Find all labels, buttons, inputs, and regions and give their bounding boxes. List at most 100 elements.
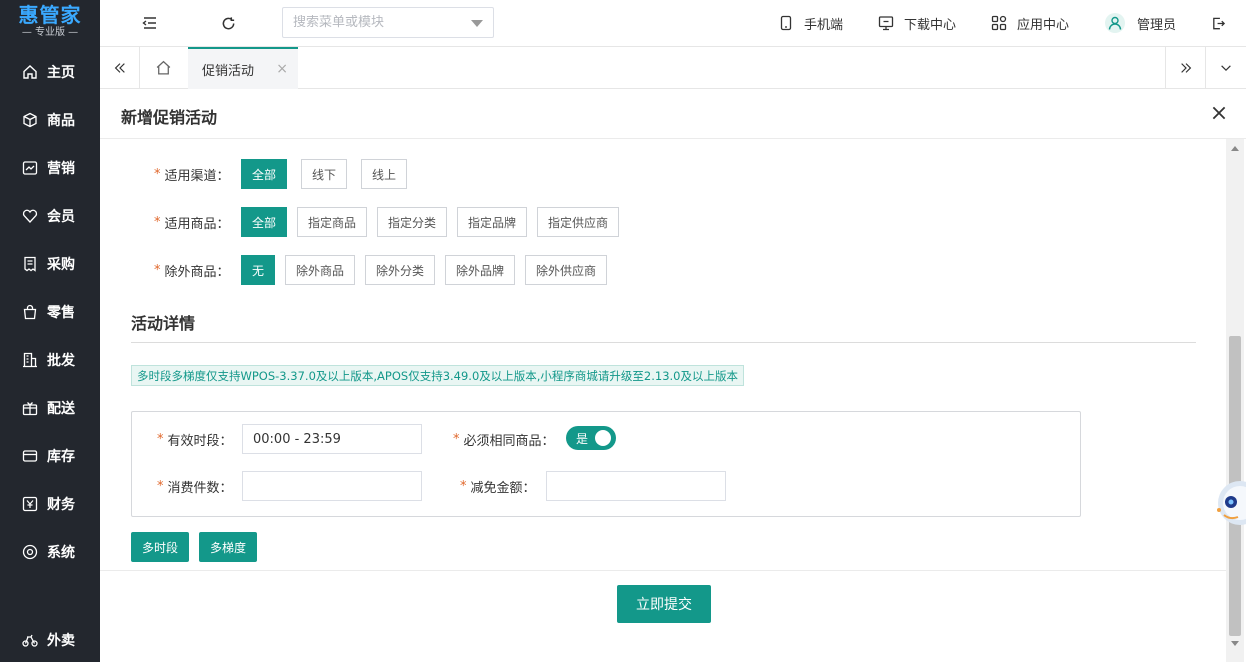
sidebar-item-marketing[interactable]: 营销: [0, 148, 100, 188]
goods-option-specified-goods[interactable]: 指定商品: [297, 207, 367, 237]
required-mark: *: [154, 166, 161, 182]
tab-home[interactable]: [143, 47, 183, 88]
close-icon[interactable]: [1210, 104, 1228, 122]
discount-field: * 减免金额：: [460, 471, 536, 501]
tab-close-icon[interactable]: ×: [276, 61, 288, 77]
tabs-bar: 促销活动 ×: [100, 47, 1246, 89]
toggle-knob: [595, 430, 611, 446]
sidebar-item-takeout[interactable]: 外卖: [0, 620, 100, 660]
scroll-up-icon[interactable]: [1231, 146, 1239, 151]
period-label: 有效时段：: [167, 433, 233, 449]
sidebar-item-label: 采购: [47, 257, 75, 273]
sidebar-item-member[interactable]: 会员: [0, 196, 100, 236]
menu-search-input[interactable]: [293, 15, 453, 30]
multi-period-button[interactable]: 多时段: [131, 532, 189, 562]
assistant-robot-icon[interactable]: [1210, 473, 1246, 533]
mobile-link[interactable]: 手机端: [778, 13, 843, 33]
dialog-scrollbar[interactable]: [1226, 139, 1244, 662]
sidebar-item-label: 财务: [47, 497, 75, 513]
download-center-link[interactable]: 下载中心: [878, 13, 956, 33]
sidebar-item-label: 会员: [47, 209, 75, 225]
discount-label: 减免金额：: [470, 480, 536, 496]
home-icon: [22, 64, 38, 80]
discount-input[interactable]: [546, 471, 726, 501]
required-mark: *: [460, 478, 467, 494]
sidebar-item-home[interactable]: 主页: [0, 52, 100, 92]
required-mark: *: [453, 431, 460, 447]
goods-option-specified-supplier[interactable]: 指定供应商: [537, 207, 619, 237]
tabs-menu-button[interactable]: [1205, 47, 1245, 88]
channel-option-online[interactable]: 线上: [361, 159, 407, 189]
exclude-row: * 除外商品：: [154, 255, 230, 285]
required-mark: *: [157, 431, 164, 447]
exclude-option-goods[interactable]: 除外商品: [285, 255, 355, 285]
tabs-scroll-left-button[interactable]: [100, 47, 140, 88]
period-input[interactable]: [242, 424, 422, 454]
sidebar-item-label: 营销: [47, 161, 75, 177]
logout-icon[interactable]: [1208, 13, 1228, 33]
channel-label: 适用渠道：: [164, 168, 230, 184]
exclude-option-supplier[interactable]: 除外供应商: [525, 255, 607, 285]
submit-button[interactable]: 立即提交: [617, 585, 711, 623]
tab-promotion[interactable]: 促销活动 ×: [188, 47, 298, 89]
user-menu[interactable]: 管理员: [1105, 13, 1176, 33]
sidebar-item-goods[interactable]: 商品: [0, 100, 100, 140]
sidebar-item-retail[interactable]: 零售: [0, 292, 100, 332]
home-icon: [156, 60, 170, 75]
sidebar-item-wholesale[interactable]: 批发: [0, 340, 100, 380]
bag-icon: [22, 304, 38, 320]
goods-option-all[interactable]: 全部: [241, 207, 287, 237]
required-mark: *: [157, 478, 164, 494]
chart-icon: [22, 160, 38, 176]
goods-option-specified-category[interactable]: 指定分类: [377, 207, 447, 237]
heart-icon: [22, 208, 38, 224]
app-center-link[interactable]: 应用中心: [991, 13, 1069, 33]
exclude-option-category[interactable]: 除外分类: [365, 255, 435, 285]
same-goods-toggle[interactable]: 是: [566, 426, 616, 450]
sidebar-item-finance[interactable]: 财务: [0, 484, 100, 524]
channel-option-all[interactable]: 全部: [241, 159, 287, 189]
receipt-icon: [22, 256, 38, 272]
exclude-option-brand[interactable]: 除外品牌: [445, 255, 515, 285]
chevron-down-icon: [1220, 64, 1231, 71]
required-mark: *: [154, 214, 161, 230]
channel-option-offline[interactable]: 线下: [301, 159, 347, 189]
sidebar-item-label: 批发: [47, 353, 75, 369]
sidebar-item-system[interactable]: 系统: [0, 532, 100, 572]
multi-tier-button[interactable]: 多梯度: [199, 532, 257, 562]
dialog-body[interactable]: * 适用渠道： 全部 线下 线上 * 适用商品： 全部 指定商品 指定分类 指定…: [100, 139, 1226, 570]
same-goods-field: * 必须相同商品：: [453, 424, 555, 454]
menu-fold-icon[interactable]: [140, 13, 160, 33]
period-field: * 有效时段：: [157, 424, 233, 454]
dialog-footer: 立即提交: [100, 570, 1226, 662]
tab-label: 促销活动: [202, 63, 255, 79]
sidebar-item-delivery[interactable]: 配送: [0, 388, 100, 428]
box-icon: [22, 112, 38, 128]
double-chevron-right-icon: [1180, 62, 1191, 73]
user-name: 管理员: [1137, 17, 1177, 33]
chevron-down-icon[interactable]: [471, 20, 483, 27]
quantity-field: * 消费件数：: [157, 471, 233, 501]
bike-icon: [22, 632, 38, 648]
brand-edition: — 专业版 —: [21, 27, 79, 38]
tabs-scroll-right-button[interactable]: [1165, 47, 1205, 88]
apps-grid-icon: [991, 15, 1007, 31]
quantity-input[interactable]: [242, 471, 422, 501]
yen-icon: [22, 496, 38, 512]
top-bar: 手机端 下载中心 应用中心 管理员: [100, 0, 1246, 47]
goods-row: * 适用商品：: [154, 207, 230, 237]
sidebar-item-purchase[interactable]: 采购: [0, 244, 100, 284]
version-notice: 多时段多梯度仅支持WPOS-3.37.0及以上版本,APOS仅支持3.49.0及…: [131, 365, 744, 386]
scroll-down-icon[interactable]: [1231, 641, 1239, 646]
exclude-option-none[interactable]: 无: [241, 255, 275, 285]
sidebar-item-label: 零售: [47, 305, 75, 321]
brand-logo[interactable]: 惠管家 — 专业版 —: [0, 0, 100, 44]
goods-label: 适用商品：: [164, 216, 230, 232]
divider: [131, 342, 1196, 343]
tier-card: * 有效时段： * 必须相同商品： 是 * 消费件数： * 减免金额：: [131, 411, 1081, 517]
sidebar-item-inventory[interactable]: 库存: [0, 436, 100, 476]
refresh-icon[interactable]: [218, 13, 238, 33]
sidebar-item-label: 商品: [47, 113, 75, 129]
menu-search[interactable]: [282, 7, 494, 38]
goods-option-specified-brand[interactable]: 指定品牌: [457, 207, 527, 237]
